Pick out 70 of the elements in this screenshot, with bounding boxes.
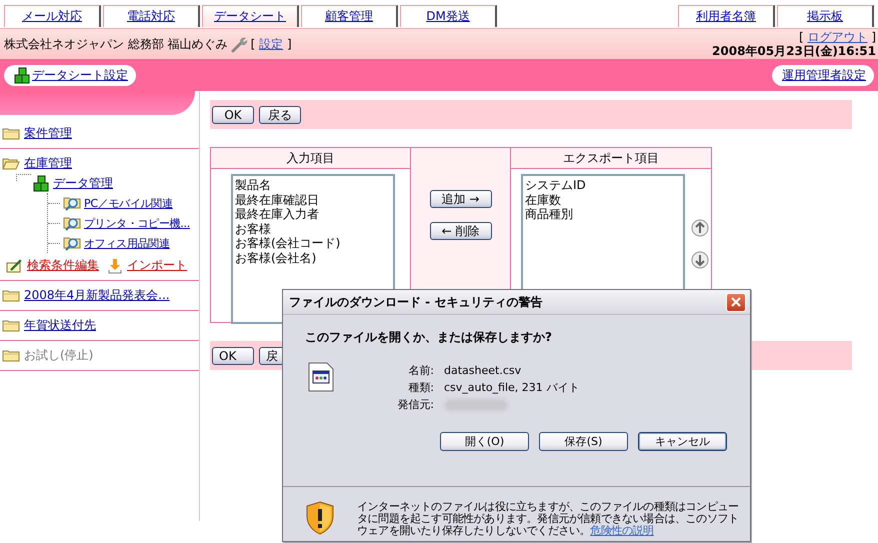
list-item[interactable]: お客様(会社名)	[235, 250, 391, 265]
logout-link[interactable]: ログアウト	[808, 30, 868, 44]
tree-item[interactable]: プリンタ・コピー機...	[84, 216, 190, 230]
list-item[interactable]: 製品名	[235, 178, 391, 192]
folder-icon	[2, 319, 20, 332]
field-value: datasheet.csv	[444, 364, 522, 378]
folder-icon	[2, 127, 20, 140]
nav-tab[interactable]: 利用者名簿	[678, 5, 775, 27]
sidebar-item[interactable]: 在庫管理	[24, 155, 72, 172]
list-item[interactable]: システムID	[525, 178, 681, 192]
dialog-button[interactable]: 保存(S)	[539, 432, 628, 451]
search-folder-icon	[63, 236, 81, 250]
settings-link-bracket: [ 設定 ]	[250, 36, 292, 52]
list-item[interactable]: 商品種別	[525, 207, 681, 222]
list-item[interactable]: お客様(会社コード)	[235, 236, 391, 250]
remove-button[interactable]: ← 削除	[430, 222, 492, 240]
action-link[interactable]: 検索条件編集	[27, 257, 99, 274]
dialog-button[interactable]: 開く(O)	[440, 432, 529, 451]
risk-explanation-link[interactable]: 危険性の説明	[590, 524, 654, 537]
blocks-icon	[14, 66, 32, 84]
settings-link[interactable]: 設定	[259, 36, 284, 50]
nav-tab[interactable]: メール対応	[4, 5, 101, 27]
list-item[interactable]: 最終在庫確認日	[235, 192, 391, 207]
folder-icon	[2, 289, 20, 302]
field-label: 発信元:	[396, 398, 434, 412]
user-info: 株式会社ネオジャパン 総務部 福山めぐみ	[4, 36, 228, 52]
folder-icon	[2, 349, 20, 362]
blocks-icon	[33, 175, 51, 192]
nav-tab[interactable]: 掲示板	[777, 5, 874, 27]
list-item[interactable]: お客様	[235, 222, 391, 236]
edit-icon	[6, 258, 22, 273]
file-icon	[308, 362, 334, 392]
nav-tab[interactable]: DM発送	[400, 5, 497, 27]
admin-settings-button[interactable]: 運用管理者設定	[772, 64, 874, 86]
action-link[interactable]: インポート	[127, 257, 187, 274]
nav-tab[interactable]: データシート	[202, 5, 299, 27]
tree-item[interactable]: データ管理	[53, 175, 113, 192]
date-time: 2008年05月23日(金)16:51	[712, 44, 876, 58]
close-icon	[730, 296, 742, 308]
toolbar-button[interactable]: OK	[212, 346, 254, 364]
field-label: 種類:	[407, 381, 434, 395]
toolbar-button[interactable]: 戻る	[259, 106, 301, 124]
warning-shield-icon	[305, 501, 335, 535]
column-header: 入力項目	[211, 148, 411, 169]
search-folder-icon	[63, 196, 81, 210]
sidebar-item[interactable]: 案件管理	[24, 125, 72, 142]
tree-item[interactable]: オフィス用品関連	[84, 236, 170, 250]
logout-link-bracket: [ ログアウト ]	[799, 30, 876, 44]
search-folder-icon	[63, 216, 81, 230]
warning-text: インターネットのファイルは役に立ちますが、このファイルの種類はコンピュータに問題を起こす可能性があります。発信元が信頼できない場合は、このソフトウェアを開いたり保存したりしないでください。危険性の説明	[357, 501, 740, 537]
field-label: 名前:	[407, 364, 434, 378]
tree-item[interactable]: PC／モバイル関連	[84, 196, 173, 210]
sidebar-item[interactable]: 年賀状送付先	[24, 317, 96, 334]
column-header: エクスポート項目	[511, 148, 711, 169]
toolbar-button[interactable]: OK	[212, 106, 254, 124]
nav-tab[interactable]: 電話対応	[103, 5, 200, 27]
list-item[interactable]: 在庫数	[525, 192, 681, 207]
open-folder-icon	[2, 157, 20, 170]
close-button[interactable]	[726, 292, 746, 312]
field-value: csv_auto_file, 231 バイト	[444, 381, 580, 395]
nav-tab[interactable]: 顧客管理	[301, 5, 398, 27]
dialog-question: このファイルを開くか、または保存しますか?	[305, 329, 553, 346]
wrench-icon	[230, 36, 248, 52]
dialog-button[interactable]: キャンセル	[638, 432, 727, 451]
move-up-icon[interactable]	[691, 219, 709, 237]
move-down-icon[interactable]	[691, 251, 709, 269]
import-icon	[108, 258, 122, 274]
list-item[interactable]: 最終在庫入力者	[235, 207, 391, 222]
add-button[interactable]: 追加 →	[430, 190, 492, 208]
sidebar-item[interactable]: 2008年4月新製品発表会...	[24, 287, 170, 304]
